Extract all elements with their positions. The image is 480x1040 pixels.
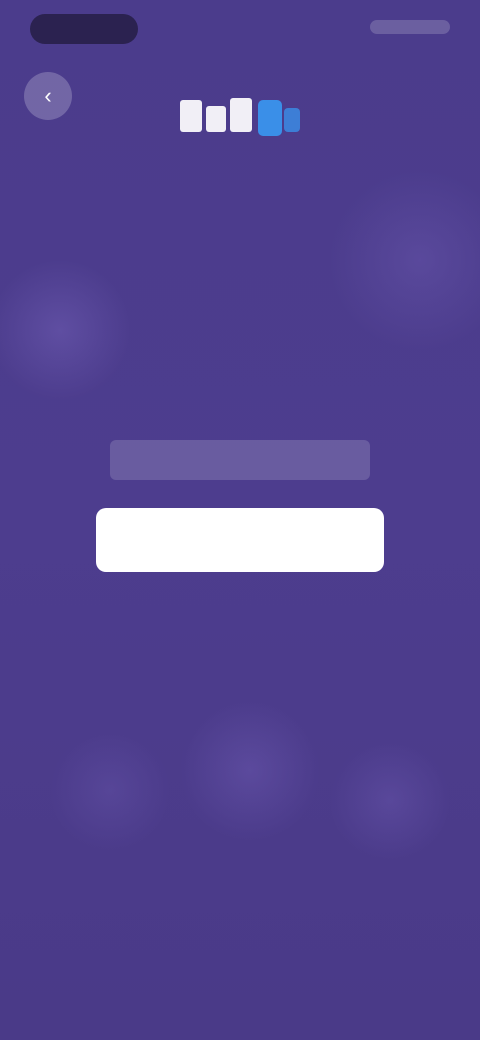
continue-button[interactable] [96,508,384,572]
status-bar [0,0,480,56]
logo-letter-1 [180,100,202,132]
app-screen: ‹ [0,0,480,1040]
logo-letter-4 [258,100,282,136]
email-field[interactable] [110,440,370,480]
form-title [140,374,340,414]
divider-text [200,594,280,612]
status-indicators [370,20,450,34]
sign-in-link[interactable] [200,682,280,706]
logo-letter-2 [206,106,226,132]
logo-mark [180,98,300,136]
helper-text [140,650,340,674]
app-logo [176,92,304,140]
logo-letter-3 [230,98,252,132]
chevron-left-icon: ‹ [44,83,52,108]
logo-letter-5 [284,108,300,132]
back-button[interactable]: ‹ [24,72,72,120]
status-time-pill [30,14,138,44]
